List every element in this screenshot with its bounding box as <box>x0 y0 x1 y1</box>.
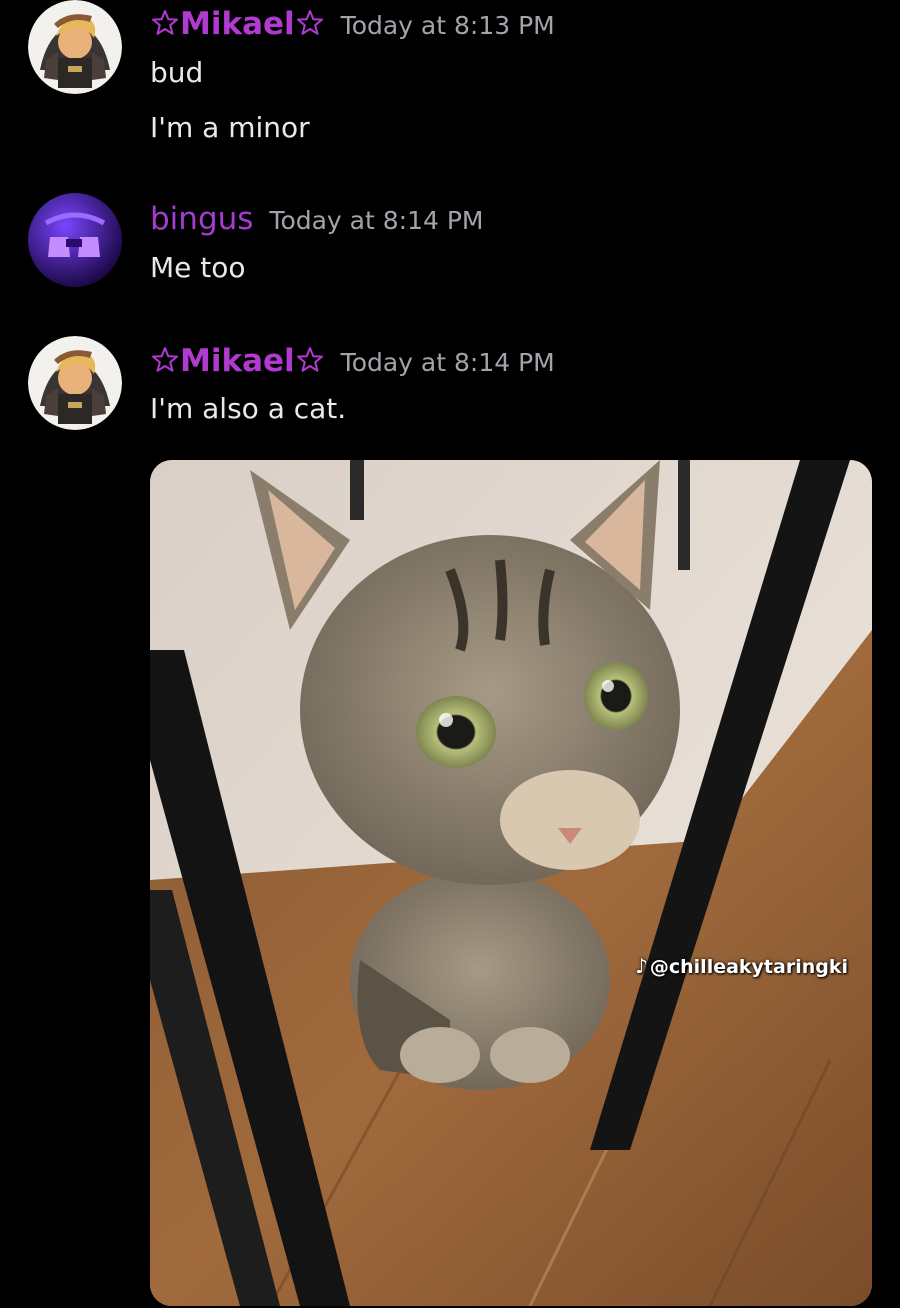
username[interactable]: Mikael <box>180 6 295 42</box>
star-outline-icon <box>150 345 180 375</box>
watermark-text: ♪ @chilleakytaringki <box>635 954 848 978</box>
username[interactable]: Mikael <box>180 343 295 379</box>
avatar-mikael[interactable] <box>28 0 122 94</box>
avatar-bingus[interactable] <box>28 193 122 287</box>
timestamp: Today at 8:14 PM <box>269 206 484 235</box>
star-outline-icon <box>150 8 180 38</box>
message-header: Mikael Today at 8:13 PM <box>150 6 555 42</box>
timestamp: Today at 8:13 PM <box>340 11 555 40</box>
timestamp: Today at 8:14 PM <box>340 348 555 377</box>
avatar-mikael[interactable] <box>28 336 122 430</box>
tiktok-icon: ♪ <box>635 954 648 978</box>
message-header: Mikael Today at 8:14 PM <box>150 343 555 379</box>
message-text: I'm also a cat. <box>150 392 347 425</box>
star-outline-icon <box>295 345 325 375</box>
message-text: I'm a minor <box>150 111 310 144</box>
message-header: bingus Today at 8:14 PM <box>150 201 483 237</box>
star-outline-icon <box>295 8 325 38</box>
image-attachment[interactable]: ♪ @chilleakytaringki <box>150 460 872 1306</box>
username[interactable]: bingus <box>150 201 253 237</box>
message-text: bud <box>150 56 204 89</box>
message-text: Me too <box>150 251 246 284</box>
chat-log: Mikael Today at 8:13 PM bud I'm a minor <box>0 0 900 1308</box>
